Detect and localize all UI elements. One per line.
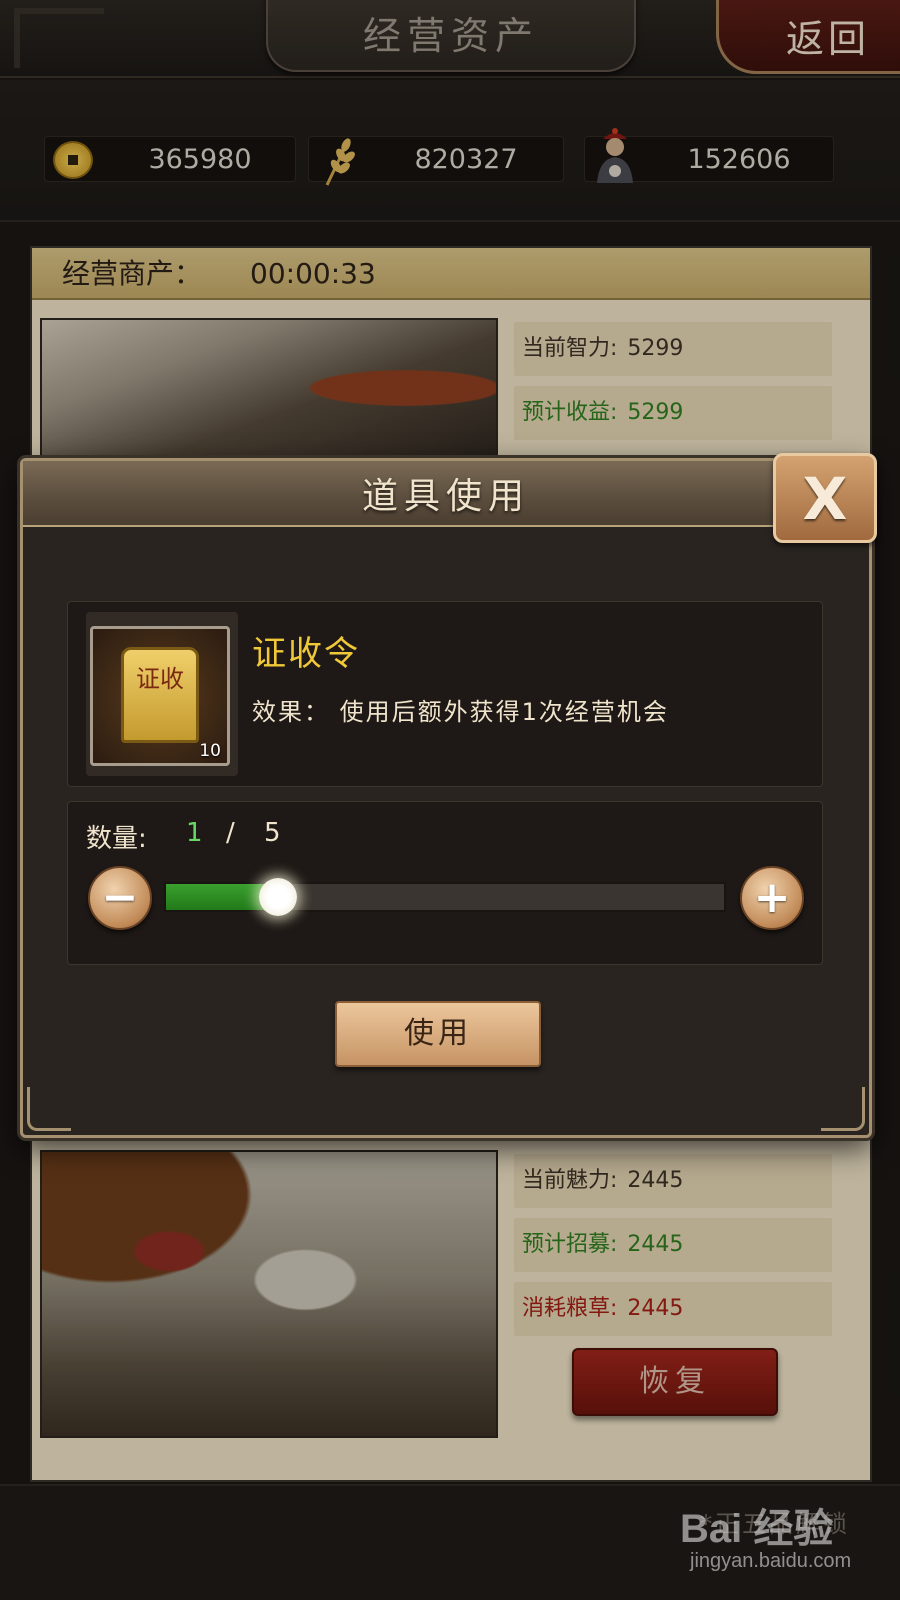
quantity-max: 5 [264,818,281,848]
grain-display: 820327 [308,136,564,186]
header-bar: 经营资产 返回 [0,0,900,78]
quantity-slider[interactable] [164,878,726,916]
item-slot[interactable]: 证收 10 [86,612,238,776]
item-info-panel: 证收 10 证收令 效果： 使用后额外获得1次经营机会 [67,601,823,787]
stat-value: 2445 [627,1232,684,1257]
grain-value: 820327 [414,144,518,175]
watermark-logo: Bai 经验 [680,1507,834,1551]
corner-ornament [821,1087,865,1131]
header-ornament [14,8,104,68]
business-strip: 经营商产： 00:00:33 [32,248,870,300]
watermark-url: jingyan.baidu.com [690,1550,852,1572]
business-label: 经营商产： [62,257,203,290]
soldiers-value: 152606 [687,144,791,175]
dialog-titlebar: 道具使用 [23,461,869,527]
item-frame: 证收 10 [90,626,230,766]
back-button[interactable]: 返回 [716,0,900,74]
stat-value: 2445 [627,1296,684,1321]
use-button[interactable]: 使用 [335,1001,541,1067]
stat-row-income: 预计收益: 5299 [514,386,832,440]
quantity-label: 数量: [86,824,147,854]
increase-button[interactable]: + [740,866,804,930]
soldiers-display: 152606 [584,128,834,183]
watermark: Bai 经验 jingyan.baidu.com [680,1496,880,1582]
token-icon: 证收 [121,647,199,743]
back-button-label: 返回 [785,17,870,61]
quantity-current: 1 [186,818,203,848]
stat-row-intellect: 当前智力: 5299 [514,322,832,376]
stat-key: 当前智力: [522,336,618,361]
business-timer: 00:00:33 [250,257,376,290]
close-button[interactable]: X [773,453,877,543]
close-icon: X [802,465,848,533]
recruit-scene-image [40,1150,498,1438]
decrease-button[interactable]: − [88,866,152,930]
corner-ornament [27,1087,71,1131]
item-name: 证收令 [252,634,360,674]
coins-display: 365980 [44,136,296,182]
stat-row-charm: 当前魅力: 2445 [514,1154,832,1208]
stat-key: 当前魅力: [522,1168,618,1193]
coin-icon [53,141,93,179]
stat-key: 预计招募: [522,1232,618,1257]
stat-key: 预计收益: [522,400,618,425]
soldier-icon [597,128,633,183]
stat-value: 5299 [627,400,684,425]
slider-thumb[interactable] [258,878,297,916]
stat-key: 消耗粮草: [522,1296,618,1321]
stat-value: 5299 [627,336,684,361]
recover-button[interactable]: 恢复 [572,1348,778,1416]
stat-value: 2445 [627,1168,684,1193]
stat-row-grain-cost: 消耗粮草: 2445 [514,1282,832,1336]
token-text: 证收 [136,665,184,693]
page-title: 经营资产 [362,13,539,58]
item-count: 10 [199,741,221,761]
stat-row-recruit: 预计招募: 2445 [514,1218,832,1272]
resource-bar: 365980 820327 152606 [0,80,900,222]
title-plate: 经营资产 [266,0,636,72]
grain-icon [325,138,355,186]
item-effect: 效果： 使用后额外获得1次经营机会 [252,698,669,726]
quantity-panel: 数量: 1 / 5 − + [67,801,823,965]
quantity-separator: / [226,818,235,848]
dialog-title: 道具使用 [361,476,530,517]
coins-value: 365980 [148,144,252,175]
item-use-dialog: 道具使用 X 证收 10 证收令 效果： 使用后额外获得1次经营机会 数量: 1… [20,453,877,1138]
market-scene-image [40,318,498,458]
